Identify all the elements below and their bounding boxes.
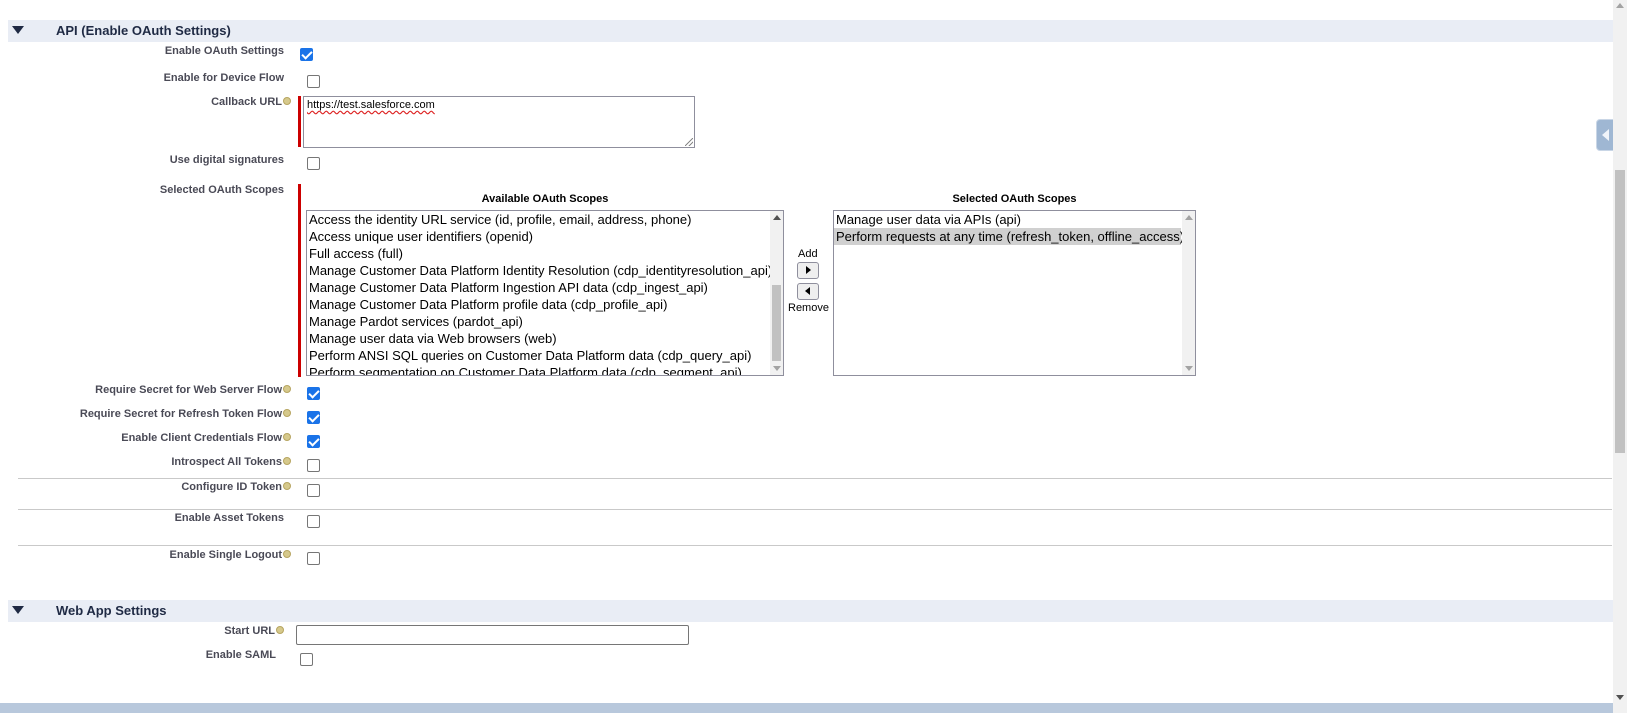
callback-url-value: https://test.salesforce.com xyxy=(307,99,435,111)
required-indicator xyxy=(298,96,301,147)
help-icon[interactable] xyxy=(283,433,291,442)
oauth-section-header[interactable]: API (Enable OAuth Settings) xyxy=(8,19,1613,42)
oauth-section-title: API (Enable OAuth Settings) xyxy=(56,23,231,38)
introspect-label-wrap: Introspect All Tokens xyxy=(171,456,291,468)
collapse-triangle-icon[interactable] xyxy=(12,26,24,34)
remove-label: Remove xyxy=(788,302,829,314)
scope-option[interactable]: Full access (full) xyxy=(307,245,783,262)
device-flow-checkbox[interactable] xyxy=(307,75,320,88)
help-icon[interactable] xyxy=(283,385,291,394)
resize-grip-icon[interactable] xyxy=(685,138,693,146)
callback-url-label-wrap: Callback URL xyxy=(211,96,291,108)
id-token-label-wrap: Configure ID Token xyxy=(181,481,291,493)
help-icon[interactable] xyxy=(276,626,284,635)
scope-option[interactable]: Perform segmentation on Customer Data Pl… xyxy=(307,364,783,375)
help-icon[interactable] xyxy=(283,409,291,418)
introspect-checkbox[interactable] xyxy=(307,459,320,472)
remove-scope-button[interactable] xyxy=(797,283,819,300)
start-url-input[interactable] xyxy=(296,625,689,645)
oauth-scopes-label: Selected OAuth Scopes xyxy=(159,184,284,196)
enable-saml-checkbox[interactable] xyxy=(300,653,313,666)
available-scopes-heading: Available OAuth Scopes xyxy=(481,193,609,205)
id-token-checkbox[interactable] xyxy=(307,484,320,497)
web-app-section-title: Web App Settings xyxy=(56,603,167,618)
id-token-label: Configure ID Token xyxy=(181,481,282,493)
scroll-up-icon[interactable] xyxy=(1616,3,1624,8)
asset-tokens-checkbox[interactable] xyxy=(307,515,320,528)
scope-option[interactable]: Access unique user identifiers (openid) xyxy=(307,228,783,245)
scroll-down-icon[interactable] xyxy=(1616,695,1624,700)
help-icon[interactable] xyxy=(283,457,291,466)
add-label: Add xyxy=(798,248,818,260)
secret-refresh-label-wrap: Require Secret for Refresh Token Flow xyxy=(80,408,291,420)
client-credentials-checkbox[interactable] xyxy=(307,435,320,448)
scroll-down-icon[interactable] xyxy=(1185,366,1193,371)
scope-option[interactable]: Manage Pardot services (pardot_api) xyxy=(307,313,783,330)
help-icon[interactable] xyxy=(283,482,291,491)
scope-option[interactable]: Manage Customer Data Platform Identity R… xyxy=(307,262,783,279)
add-scope-button[interactable] xyxy=(797,262,819,279)
available-scopes-list[interactable]: Access the identity URL service (id, pro… xyxy=(306,210,784,376)
help-icon[interactable] xyxy=(283,550,291,559)
asset-tokens-label: Enable Asset Tokens xyxy=(174,512,284,524)
secret-refresh-label: Require Secret for Refresh Token Flow xyxy=(79,408,282,420)
selected-scopes-list[interactable]: Manage user data via APIs (api) Perform … xyxy=(833,210,1196,376)
enable-oauth-label: Enable OAuth Settings xyxy=(164,45,284,57)
selected-scope-option[interactable]: Perform requests at any time (refresh_to… xyxy=(834,228,1184,245)
page-scrollbar[interactable] xyxy=(1613,0,1627,713)
scroll-up-icon[interactable] xyxy=(773,215,781,220)
scroll-down-icon[interactable] xyxy=(773,366,781,371)
single-logout-label: Enable Single Logout xyxy=(169,549,282,561)
scroll-thumb[interactable] xyxy=(772,285,781,361)
enable-saml-label: Enable SAML xyxy=(205,649,276,661)
scope-option[interactable]: Manage user data via Web browsers (web) xyxy=(307,330,783,347)
digital-signatures-label: Use digital signatures xyxy=(169,154,284,166)
secret-web-server-checkbox[interactable] xyxy=(307,387,320,400)
scope-option[interactable]: Perform ANSI SQL queries on Customer Dat… xyxy=(307,347,783,364)
selected-list-scrollbar[interactable] xyxy=(1182,211,1195,375)
web-app-section-header[interactable]: Web App Settings xyxy=(8,599,1613,622)
required-indicator xyxy=(298,184,301,377)
callback-url-textarea[interactable]: https://test.salesforce.com xyxy=(303,96,695,148)
start-url-label-wrap: Start URL xyxy=(224,625,284,637)
collapse-triangle-icon[interactable] xyxy=(12,606,24,614)
scope-option[interactable]: Manage Customer Data Platform Ingestion … xyxy=(307,279,783,296)
client-credentials-label: Enable Client Credentials Flow xyxy=(121,432,282,444)
arrow-left-icon xyxy=(805,287,810,295)
secret-web-server-label-wrap: Require Secret for Web Server Flow xyxy=(95,384,291,396)
enable-oauth-checkbox[interactable] xyxy=(300,48,313,61)
single-logout-label-wrap: Enable Single Logout xyxy=(170,549,291,561)
divider xyxy=(18,509,1612,510)
introspect-label: Introspect All Tokens xyxy=(171,456,282,468)
bottom-bar xyxy=(0,703,1613,713)
single-logout-checkbox[interactable] xyxy=(307,552,320,565)
divider xyxy=(18,478,1612,479)
scope-option[interactable]: Access the identity URL service (id, pro… xyxy=(307,211,783,228)
digital-signatures-checkbox[interactable] xyxy=(307,157,320,170)
client-credentials-label-wrap: Enable Client Credentials Flow xyxy=(121,432,291,444)
secret-refresh-checkbox[interactable] xyxy=(307,411,320,424)
callback-url-label: Callback URL xyxy=(211,96,282,108)
start-url-label: Start URL xyxy=(224,625,275,637)
scope-option[interactable]: Manage Customer Data Platform profile da… xyxy=(307,296,783,313)
help-icon[interactable] xyxy=(283,97,291,106)
arrow-right-icon xyxy=(806,266,811,274)
selected-scopes-heading: Selected OAuth Scopes xyxy=(952,193,1077,205)
divider xyxy=(18,545,1612,546)
secret-web-server-label: Require Secret for Web Server Flow xyxy=(95,384,282,396)
scroll-up-icon[interactable] xyxy=(1185,215,1193,220)
selected-scope-option[interactable]: Manage user data via APIs (api) xyxy=(834,211,1181,228)
available-list-scrollbar[interactable] xyxy=(770,211,783,375)
scroll-thumb[interactable] xyxy=(1615,170,1625,453)
device-flow-label: Enable for Device Flow xyxy=(163,72,284,84)
